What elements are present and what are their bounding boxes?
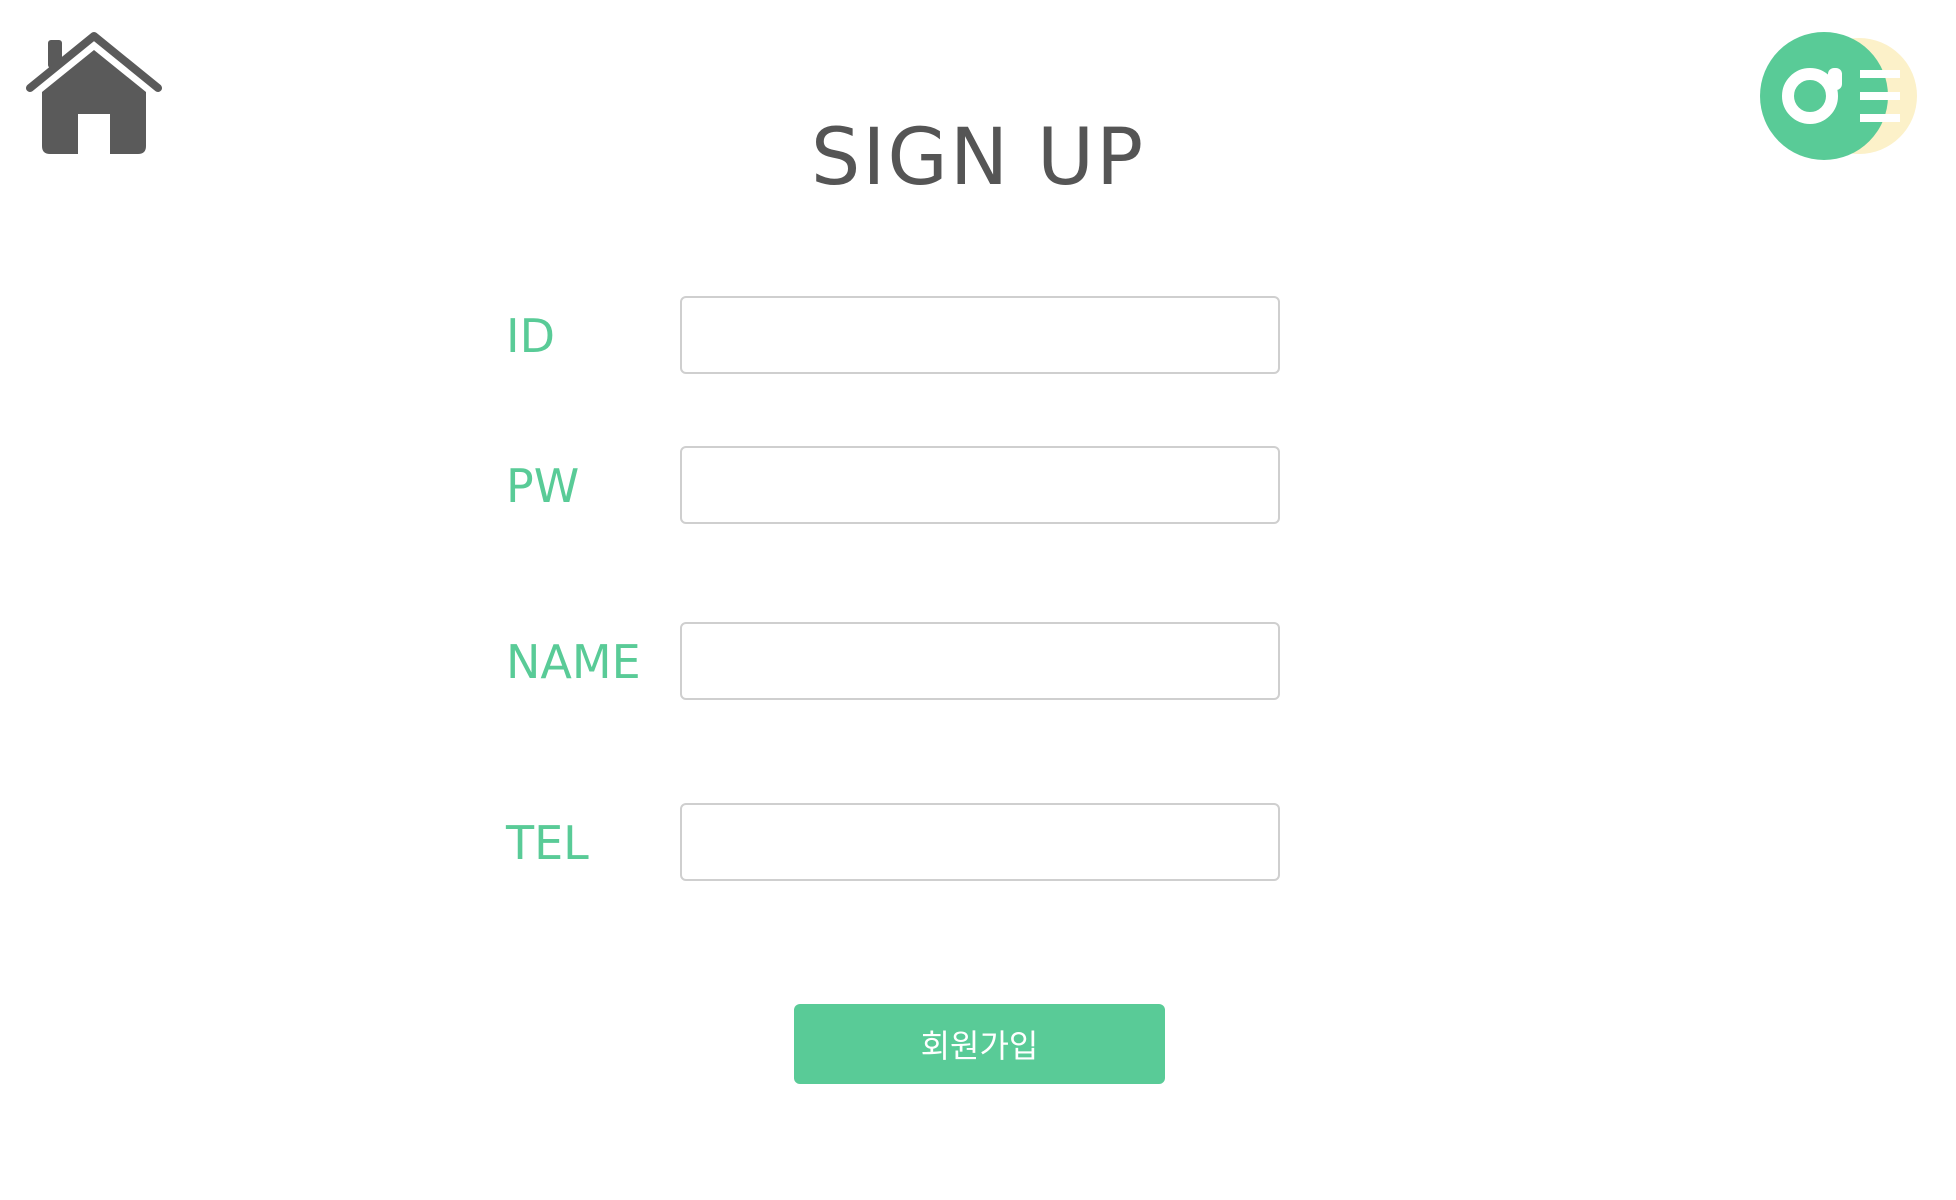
id-label: ID <box>506 309 555 363</box>
form-row-name: NAME <box>0 622 1956 702</box>
form-row-id: ID <box>0 296 1956 376</box>
form-row-tel: TEL <box>0 803 1956 883</box>
name-label: NAME <box>506 635 641 689</box>
pw-input[interactable] <box>680 446 1280 524</box>
name-input[interactable] <box>680 622 1280 700</box>
signup-submit-button[interactable]: 회원가입 <box>794 1004 1165 1084</box>
page-title: SIGN UP <box>810 113 1146 203</box>
id-input[interactable] <box>680 296 1280 374</box>
tel-input[interactable] <box>680 803 1280 881</box>
tel-label: TEL <box>506 816 589 870</box>
form-row-pw: PW <box>0 446 1956 526</box>
pw-label: PW <box>506 459 580 513</box>
